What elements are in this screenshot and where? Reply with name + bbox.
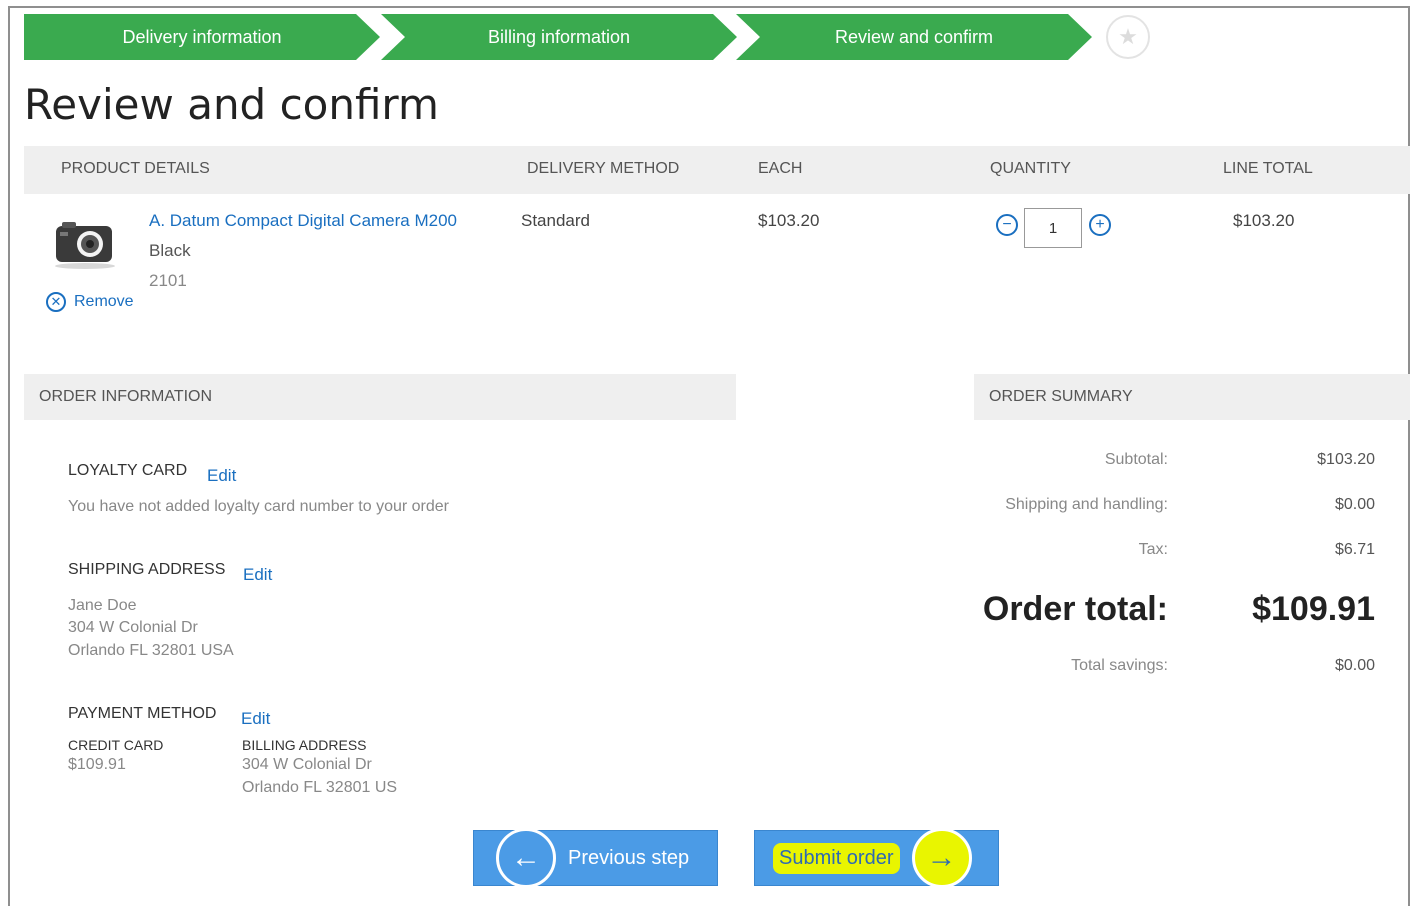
- step-billing-information: Billing information: [381, 14, 737, 60]
- edit-loyalty-link[interactable]: Edit: [207, 466, 236, 486]
- shipping-line2: Orlando FL 32801 USA: [68, 642, 234, 659]
- column-header-each: EACH: [758, 160, 803, 177]
- order-information-header: ORDER INFORMATION: [24, 374, 736, 420]
- section-header-label: ORDER INFORMATION: [39, 388, 213, 405]
- credit-card-title: CREDIT CARD: [68, 737, 164, 753]
- cart-table-header: PRODUCT DETAILS DELIVERY METHOD EACH QUA…: [24, 146, 1410, 194]
- total-savings-value: $0.00: [1334, 657, 1375, 674]
- step-review-and-confirm: Review and confirm: [736, 14, 1092, 60]
- shipping-name: Jane Doe: [68, 597, 137, 614]
- order-total-value: $109.91: [1252, 590, 1375, 628]
- previous-step-label: Previous step: [568, 846, 690, 869]
- remove-label: Remove: [74, 293, 134, 310]
- submit-order-label: Submit order: [773, 842, 900, 874]
- order-summary-header: ORDER SUMMARY: [974, 374, 1410, 420]
- unit-price: $103.20: [758, 211, 820, 230]
- checkout-progress: Delivery information Billing information…: [24, 14, 1154, 60]
- section-header-label: ORDER SUMMARY: [989, 388, 1133, 405]
- loyalty-card-text: You have not added loyalty card number t…: [68, 498, 449, 515]
- camera-product-image[interactable]: [52, 218, 118, 270]
- step-delivery-information: Delivery information: [24, 14, 380, 60]
- step-label: Billing information: [487, 26, 631, 47]
- edit-shipping-link[interactable]: Edit: [243, 565, 272, 585]
- subtotal-label: Subtotal:: [1104, 451, 1168, 468]
- product-color: Black: [149, 241, 191, 260]
- shipping-address-title: SHIPPING ADDRESS: [68, 561, 226, 578]
- tax-label: Tax:: [1138, 541, 1168, 558]
- delivery-method-value: Standard: [521, 211, 590, 230]
- loyalty-card-title: LOYALTY CARD: [68, 462, 188, 479]
- product-name-link[interactable]: A. Datum Compact Digital Camera M200: [149, 211, 457, 231]
- subtotal-value: $103.20: [1317, 451, 1375, 468]
- order-total-label: Order total:: [982, 590, 1168, 628]
- shipping-handling-label: Shipping and handling:: [1005, 496, 1168, 513]
- arrow-right-icon: →: [911, 828, 972, 888]
- credit-card-amount: $109.91: [68, 756, 126, 773]
- column-header-product: PRODUCT DETAILS: [61, 160, 210, 177]
- page-title: Review and confirm: [24, 80, 439, 129]
- total-savings-label: Total savings:: [1071, 657, 1168, 674]
- column-header-line-total: LINE TOTAL: [1223, 160, 1313, 177]
- step-label: Review and confirm: [834, 26, 994, 47]
- remove-button[interactable]: ✕ Remove: [46, 292, 134, 312]
- close-circle-icon: ✕: [46, 292, 66, 312]
- step-label: Delivery information: [122, 26, 282, 47]
- submit-order-button[interactable]: Submit order →: [754, 828, 999, 888]
- tax-value: $6.71: [1334, 541, 1375, 558]
- arrow-left-icon: ←: [496, 828, 556, 888]
- increase-quantity-button[interactable]: +: [1089, 214, 1111, 236]
- page-frame: [8, 6, 1410, 906]
- line-total-value: $103.20: [1233, 211, 1295, 230]
- shipping-line1: 304 W Colonial Dr: [68, 619, 198, 636]
- edit-payment-link[interactable]: Edit: [241, 709, 270, 729]
- decrease-quantity-button[interactable]: −: [996, 214, 1018, 236]
- billing-address-title: BILLING ADDRESS: [242, 737, 367, 753]
- billing-line2: Orlando FL 32801 US: [242, 779, 398, 796]
- column-header-quantity: QUANTITY: [990, 160, 1071, 177]
- product-number: 2101: [149, 271, 187, 290]
- previous-step-button[interactable]: ← Previous step: [473, 828, 718, 888]
- quantity-input[interactable]: [1024, 208, 1082, 248]
- billing-line1: 304 W Colonial Dr: [242, 756, 372, 773]
- shipping-handling-value: $0.00: [1334, 496, 1375, 513]
- payment-method-title: PAYMENT METHOD: [68, 705, 217, 722]
- star-icon: ★: [1106, 15, 1150, 59]
- column-header-delivery: DELIVERY METHOD: [527, 160, 680, 177]
